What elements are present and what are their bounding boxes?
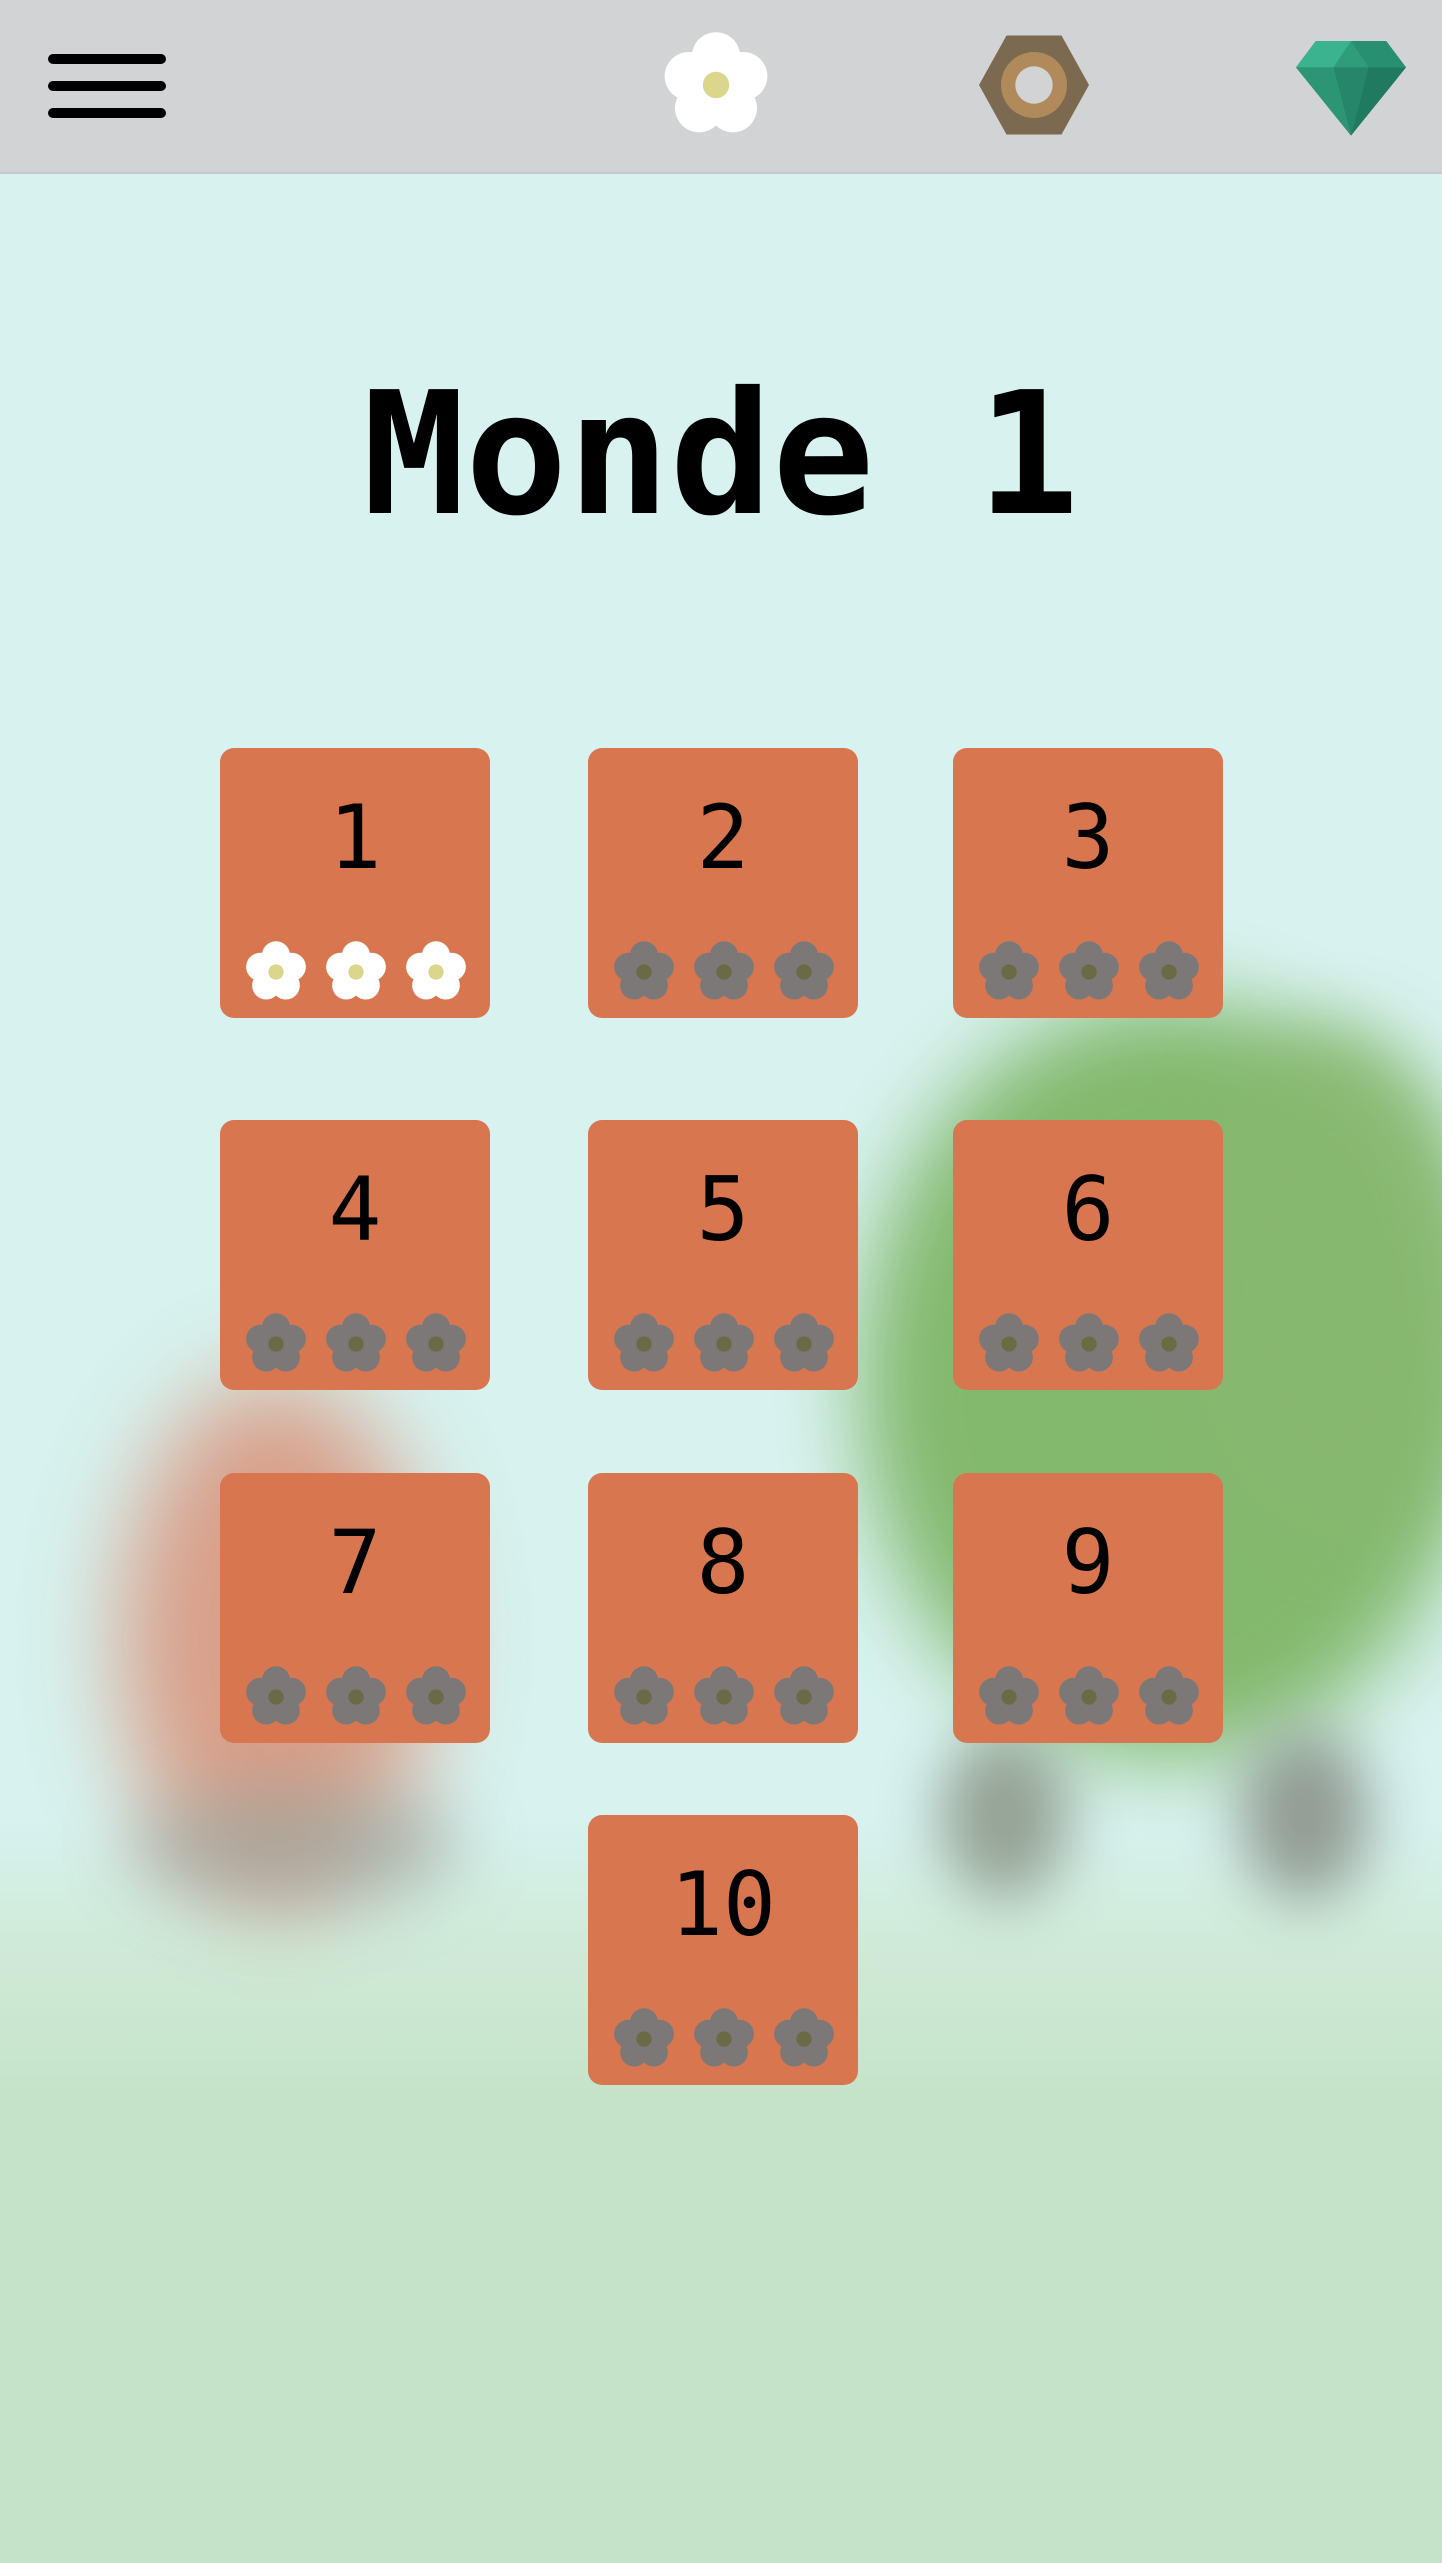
flower-locked-icon [1057, 940, 1121, 1004]
level-flower-rating [953, 1312, 1223, 1376]
level-number: 7 [328, 1511, 382, 1614]
level-flower-rating [953, 1665, 1223, 1729]
level-tile-9[interactable]: 9 [953, 1473, 1223, 1743]
level-flower-rating [588, 2007, 858, 2071]
flower-locked-icon [977, 1312, 1041, 1376]
level-number: 6 [1061, 1158, 1115, 1261]
flower-locked-icon [1057, 1665, 1121, 1729]
level-tile-1[interactable]: 1 [220, 748, 490, 1018]
flower-locked-icon [692, 1312, 756, 1376]
flower-earned-icon [324, 940, 388, 1004]
top-bar [0, 0, 1442, 174]
flower-locked-icon [1137, 1665, 1201, 1729]
level-number: 1 [328, 786, 382, 889]
blurred-tree-trunk-right [1240, 1730, 1370, 1900]
flower-locked-icon [612, 1665, 676, 1729]
flower-locked-icon [1057, 1312, 1121, 1376]
menu-button[interactable] [48, 50, 168, 122]
hex-nut-icon[interactable] [979, 30, 1089, 140]
level-flower-rating [220, 940, 490, 1004]
flower-locked-icon [324, 1312, 388, 1376]
level-flower-rating [588, 1312, 858, 1376]
level-number: 8 [696, 1511, 750, 1614]
level-number: 2 [696, 786, 750, 889]
level-number: 5 [696, 1158, 750, 1261]
flower-locked-icon [244, 1312, 308, 1376]
hamburger-menu-icon [48, 54, 166, 64]
level-tile-10[interactable]: 10 [588, 1815, 858, 2085]
world-title: Monde 1 [362, 356, 1080, 554]
flower-locked-icon [244, 1665, 308, 1729]
level-tile-7[interactable]: 7 [220, 1473, 490, 1743]
flower-locked-icon [977, 940, 1041, 1004]
level-flower-rating [588, 1665, 858, 1729]
flower-locked-icon [612, 940, 676, 1004]
flower-locked-icon [772, 1312, 836, 1376]
level-tile-2[interactable]: 2 [588, 748, 858, 1018]
flower-locked-icon [612, 1312, 676, 1376]
flower-earned-icon [404, 940, 468, 1004]
level-number: 3 [1061, 786, 1115, 889]
level-flower-rating [953, 940, 1223, 1004]
flower-locked-icon [404, 1665, 468, 1729]
level-number: 10 [670, 1853, 776, 1956]
flower-locked-icon [404, 1312, 468, 1376]
emerald-gem-icon[interactable] [1296, 30, 1406, 140]
level-flower-rating [220, 1312, 490, 1376]
level-flower-rating [588, 940, 858, 1004]
level-number: 4 [328, 1158, 382, 1261]
level-number: 9 [1061, 1511, 1115, 1614]
flower-locked-icon [772, 2007, 836, 2071]
level-tile-6[interactable]: 6 [953, 1120, 1223, 1390]
level-flower-rating [220, 1665, 490, 1729]
blurred-red-object-shadow [130, 1790, 460, 1900]
flower-locked-icon [692, 940, 756, 1004]
level-tile-3[interactable]: 3 [953, 748, 1223, 1018]
flower-locked-icon [772, 1665, 836, 1729]
flower-locked-icon [977, 1665, 1041, 1729]
flower-locked-icon [612, 2007, 676, 2071]
hamburger-menu-icon-bar [48, 108, 166, 118]
hamburger-menu-icon-bar [48, 81, 166, 91]
level-tile-8[interactable]: 8 [588, 1473, 858, 1743]
blurred-tree-trunk [940, 1730, 1070, 1900]
flower-locked-icon [772, 940, 836, 1004]
level-tile-4[interactable]: 4 [220, 1120, 490, 1390]
flower-locked-icon [692, 2007, 756, 2071]
flower-locked-icon [324, 1665, 388, 1729]
flower-icon[interactable] [661, 30, 771, 140]
flower-locked-icon [692, 1665, 756, 1729]
flower-locked-icon [1137, 1312, 1201, 1376]
level-tile-5[interactable]: 5 [588, 1120, 858, 1390]
flower-locked-icon [1137, 940, 1201, 1004]
flower-earned-icon [244, 940, 308, 1004]
